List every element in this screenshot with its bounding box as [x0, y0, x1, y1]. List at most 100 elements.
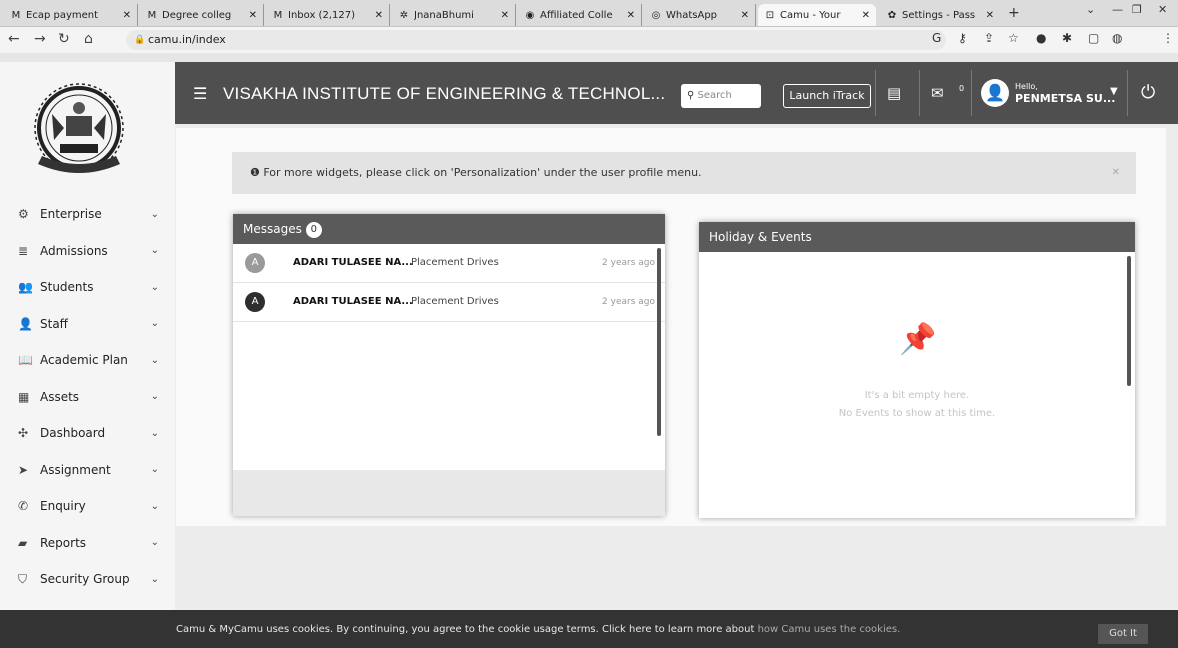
messages-card-header: Messages 0: [233, 214, 665, 244]
reload-icon[interactable]: ↻: [58, 31, 70, 47]
chevron-down-icon: ⌄: [150, 318, 159, 330]
camu-icon: ⊡: [765, 9, 775, 21]
events-title: Holiday & Events: [709, 230, 812, 244]
close-tab-icon[interactable]: ✕: [249, 10, 257, 21]
close-tab-icon[interactable]: ✕: [375, 10, 383, 21]
user-icon: 👤: [18, 316, 33, 331]
close-tab-icon[interactable]: ✕: [862, 10, 870, 21]
user-menu-caret-icon[interactable]: ▼: [1110, 86, 1118, 97]
messages-scrollbar[interactable]: [657, 248, 661, 436]
sidebar-item-security-group[interactable]: ⛉ Security Group ⌄: [0, 561, 175, 598]
close-tab-icon[interactable]: ✕: [627, 10, 635, 21]
sidebar-item-assets[interactable]: ▦ Assets ⌄: [0, 379, 175, 416]
cookie-bar: Camu & MyCamu uses cookies. By continuin…: [0, 610, 1178, 648]
google-icon[interactable]: G: [932, 31, 941, 45]
users-icon: 👥: [18, 280, 33, 295]
sidepanel-icon[interactable]: ▢: [1088, 31, 1099, 45]
address-bar[interactable]: 🔒 camu.in/index: [126, 30, 946, 50]
browser-menu-icon[interactable]: ⋮: [1162, 31, 1174, 45]
chevron-down-icon: ⌄: [150, 573, 159, 585]
home-icon[interactable]: ⌂: [84, 31, 93, 47]
extensions-icon[interactable]: ✱: [1062, 31, 1072, 45]
browser-tab[interactable]: ◉ Affiliated Colle ✕: [518, 4, 642, 26]
tag-icon: ➤: [18, 462, 29, 477]
info-alert: ❶ For more widgets, please click on 'Per…: [232, 152, 1136, 194]
launch-itrack-button[interactable]: Launch iTrack: [783, 84, 871, 108]
extension-circle-icon[interactable]: ●: [1036, 31, 1046, 45]
list-icon: ≣: [18, 243, 29, 258]
header-divider: [1127, 70, 1128, 116]
browser-tab[interactable]: ◎ WhatsApp ✕: [644, 4, 756, 26]
sidebar-item-reports[interactable]: ▰ Reports ⌄: [0, 525, 175, 562]
browser-tab[interactable]: M Ecap payment ✕: [4, 4, 138, 26]
globe-icon: ◉: [525, 9, 535, 21]
grid-menu-icon[interactable]: ▤: [887, 84, 901, 102]
mail-icon[interactable]: ✉: [931, 84, 944, 102]
sidebar-item-assignment[interactable]: ➤ Assignment ⌄: [0, 452, 175, 489]
close-tab-icon[interactable]: ✕: [986, 10, 994, 21]
forward-icon[interactable]: →: [34, 31, 46, 47]
header-divider: [971, 70, 972, 116]
institute-logo: [34, 83, 124, 173]
message-row[interactable]: A ADARI TULASEE NA... Placement Drives 2…: [233, 244, 665, 283]
message-row[interactable]: A ADARI TULASEE NA... Placement Drives 2…: [233, 283, 665, 322]
events-empty-line1: It's a bit empty here.: [864, 390, 970, 401]
sidebar-menu: ⚙ Enterprise ⌄ ≣ Admissions ⌄ 👥 Students ⌄ 👤 St…: [0, 196, 175, 598]
events-scrollbar[interactable]: [1127, 256, 1131, 386]
chevron-down-icon: ⌄: [150, 354, 159, 366]
chevron-down-icon: ⌄: [150, 464, 159, 476]
whatsapp-icon: ◎: [651, 9, 661, 21]
chevron-down-icon: ⌄: [150, 208, 159, 220]
pushpin-icon: 📌: [899, 322, 937, 357]
search-icon: ⚲: [687, 90, 695, 101]
close-tab-icon[interactable]: ✕: [123, 10, 131, 21]
search-input[interactable]: ⚲ Search: [681, 84, 761, 108]
hamburger-menu-icon[interactable]: ☰: [193, 84, 207, 103]
gmail-icon: M: [273, 9, 283, 21]
sidebar-item-dashboard[interactable]: ✣ Dashboard ⌄: [0, 415, 175, 452]
chevron-down-icon: ⌄: [150, 537, 159, 549]
book-icon: 📖: [18, 353, 33, 368]
browser-tab[interactable]: ✲ JnanaBhumi ✕: [392, 4, 516, 26]
got-it-button[interactable]: Got It: [1098, 624, 1148, 644]
gears-icon: ⚙: [18, 207, 29, 222]
sidebar-item-enterprise[interactable]: ⚙ Enterprise ⌄: [0, 196, 175, 233]
browser-toolbar: ← → ↻ ⌂ 🔒 camu.in/index G ⚷ ⇪ ☆ ● ✱ ▢ ◍ …: [0, 27, 1178, 53]
close-alert-icon[interactable]: ✕: [1112, 152, 1120, 194]
key-icon[interactable]: ⚷: [958, 31, 967, 45]
close-window-icon[interactable]: ✕: [1158, 3, 1167, 16]
minimize-icon[interactable]: —: [1112, 3, 1123, 16]
close-tab-icon[interactable]: ✕: [741, 10, 749, 21]
browser-tab[interactable]: ✿ Settings - Pass ✕: [880, 4, 1000, 26]
info-icon: ❶: [250, 166, 260, 179]
sidebar-item-enquiry[interactable]: ✆ Enquiry ⌄: [0, 488, 175, 525]
restore-icon[interactable]: ❐: [1132, 3, 1142, 16]
header-divider: [919, 70, 920, 116]
back-icon[interactable]: ←: [8, 31, 20, 47]
sidebar-item-academic-plan[interactable]: 📖 Academic Plan ⌄: [0, 342, 175, 379]
message-time: 2 years ago: [602, 297, 655, 307]
browser-tab[interactable]: M Inbox (2,127) ✕: [266, 4, 390, 26]
info-text: For more widgets, please click on 'Perso…: [263, 166, 702, 179]
user-avatar-icon[interactable]: 👤: [981, 79, 1009, 107]
calendar-icon: ▦: [18, 389, 30, 404]
share-icon[interactable]: ⇪: [984, 31, 994, 45]
tab-search-icon[interactable]: ⌄: [1086, 3, 1095, 16]
profile-icon[interactable]: ◍: [1112, 31, 1122, 45]
jnanabhumi-icon: ✲: [399, 9, 409, 21]
user-name[interactable]: PENMETSA SU...: [1015, 92, 1115, 105]
logout-power-icon[interactable]: ⏻: [1141, 82, 1155, 103]
close-tab-icon[interactable]: ✕: [501, 10, 509, 21]
new-tab-icon[interactable]: +: [1008, 5, 1020, 21]
sidebar-item-staff[interactable]: 👤 Staff ⌄: [0, 306, 175, 343]
app-header: ☰ VISAKHA INSTITUTE OF ENGINEERING & TEC…: [175, 62, 1178, 124]
browser-tab-active[interactable]: ⊡ Camu - Your ✕: [758, 4, 876, 26]
browser-tab[interactable]: M Degree colleg ✕: [140, 4, 264, 26]
sidebar-item-admissions[interactable]: ≣ Admissions ⌄: [0, 233, 175, 270]
phone-icon: ✆: [18, 499, 29, 514]
message-sender: ADARI TULASEE NA...: [293, 296, 413, 307]
bookmark-star-icon[interactable]: ☆: [1008, 31, 1019, 45]
hello-label: Hello,: [1015, 82, 1038, 91]
sidebar-item-students[interactable]: 👥 Students ⌄: [0, 269, 175, 306]
cookie-policy-link[interactable]: how Camu uses the cookies.: [758, 624, 901, 635]
